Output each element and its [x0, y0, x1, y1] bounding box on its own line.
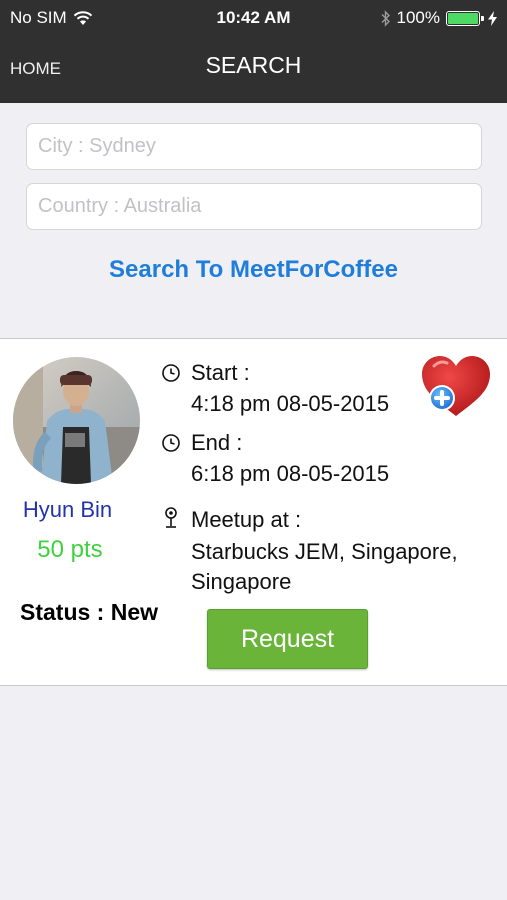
user-name[interactable]: Hyun Bin	[0, 497, 135, 523]
map-pin-icon	[165, 507, 177, 528]
country-input[interactable]	[26, 183, 482, 230]
battery-icon	[446, 10, 484, 26]
start-value: 4:18 pm 08-05-2015	[191, 391, 390, 416]
meetup-value-line1: Starbucks JEM, Singapore,	[191, 539, 458, 564]
home-button[interactable]: HOME	[10, 59, 61, 79]
status-label: Status : New	[20, 599, 159, 625]
request-button[interactable]: Request	[207, 609, 368, 669]
navigation-bar: HOME SEARCH	[0, 36, 507, 103]
page-title: SEARCH	[205, 52, 302, 78]
heart-plus-icon[interactable]	[420, 354, 492, 418]
search-meetforcoffee-link[interactable]: Search To MeetForCoffee	[0, 256, 507, 284]
bluetooth-icon	[381, 9, 390, 27]
carrier-label: No SIM	[10, 8, 67, 27]
clock-icon	[162, 434, 180, 452]
avatar-photo	[13, 357, 140, 484]
meetup-label: Meetup at :	[191, 507, 302, 532]
end-label: End :	[191, 430, 243, 455]
status-bar: No SIM 10:42 AM 100%	[0, 0, 507, 36]
wifi-icon	[73, 11, 92, 25]
start-label: Start :	[191, 360, 250, 385]
end-value: 6:18 pm 08-05-2015	[191, 461, 390, 486]
city-input[interactable]	[26, 123, 482, 170]
user-points: 50 pts	[37, 536, 103, 563]
result-card[interactable]: Hyun Bin 50 pts Status : New Start : 4:1…	[0, 338, 507, 686]
meetup-value-line2: Singapore	[191, 569, 292, 594]
avatar[interactable]	[13, 357, 140, 484]
battery-percent: 100%	[396, 8, 440, 27]
clock-icon	[162, 364, 180, 382]
status-bar-right: 100%	[381, 8, 497, 28]
status-bar-carrier: No SIM	[10, 8, 93, 28]
charging-bolt-icon	[488, 10, 497, 26]
